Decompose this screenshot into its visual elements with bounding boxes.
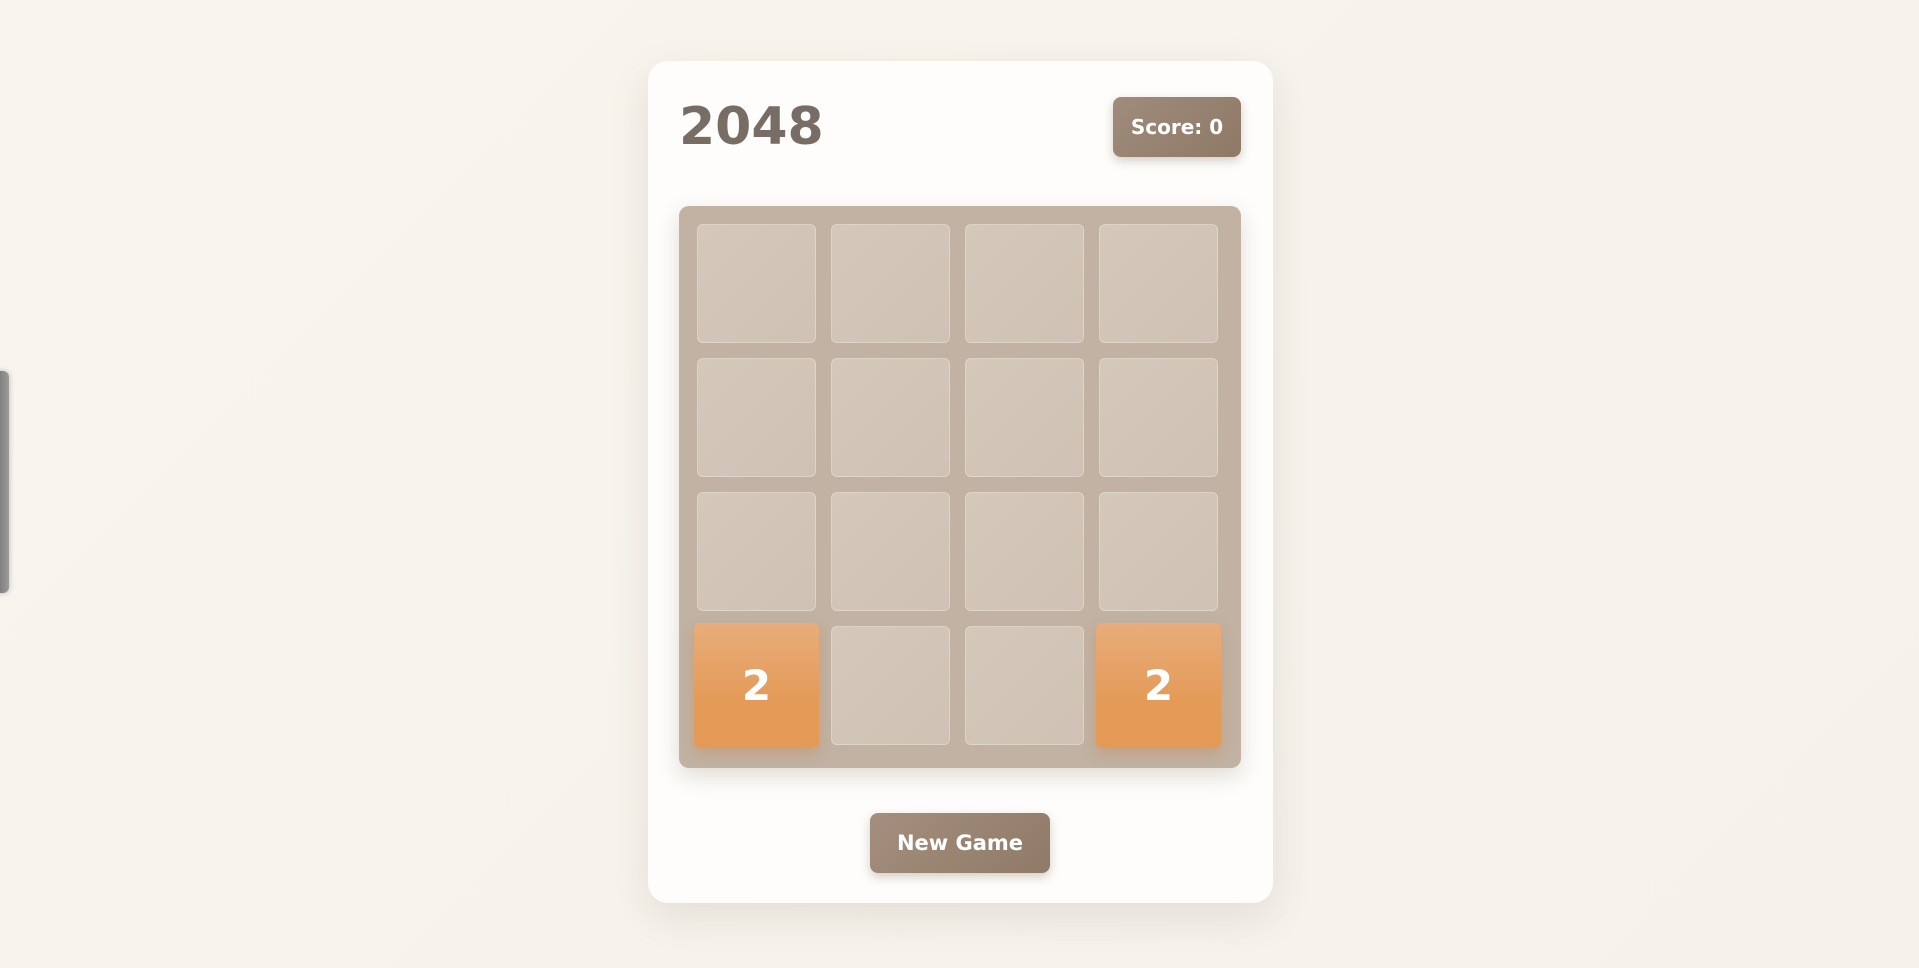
- empty-cell: [697, 492, 816, 611]
- empty-cell: [965, 626, 1084, 745]
- empty-cell: [965, 224, 1084, 343]
- empty-cell: [831, 224, 950, 343]
- empty-cell: [965, 492, 1084, 611]
- game-board[interactable]: 22: [679, 206, 1241, 768]
- empty-cell: [1099, 492, 1218, 611]
- empty-cell: [831, 492, 950, 611]
- empty-cell: [1099, 224, 1218, 343]
- tile-2: 2: [694, 623, 819, 748]
- empty-cell: [965, 358, 1084, 477]
- side-panel-handle[interactable]: [0, 371, 9, 593]
- empty-cell: [831, 626, 950, 745]
- empty-cell: [831, 358, 950, 477]
- score-display: Score: 0: [1113, 97, 1241, 157]
- empty-cell: [1099, 358, 1218, 477]
- empty-cell: [697, 224, 816, 343]
- game-card: 2048 Score: 0 22 New Game: [648, 61, 1273, 903]
- tile-2: 2: [1096, 623, 1221, 748]
- game-title: 2048: [679, 97, 824, 157]
- new-game-button[interactable]: New Game: [870, 813, 1050, 873]
- empty-cell: [697, 358, 816, 477]
